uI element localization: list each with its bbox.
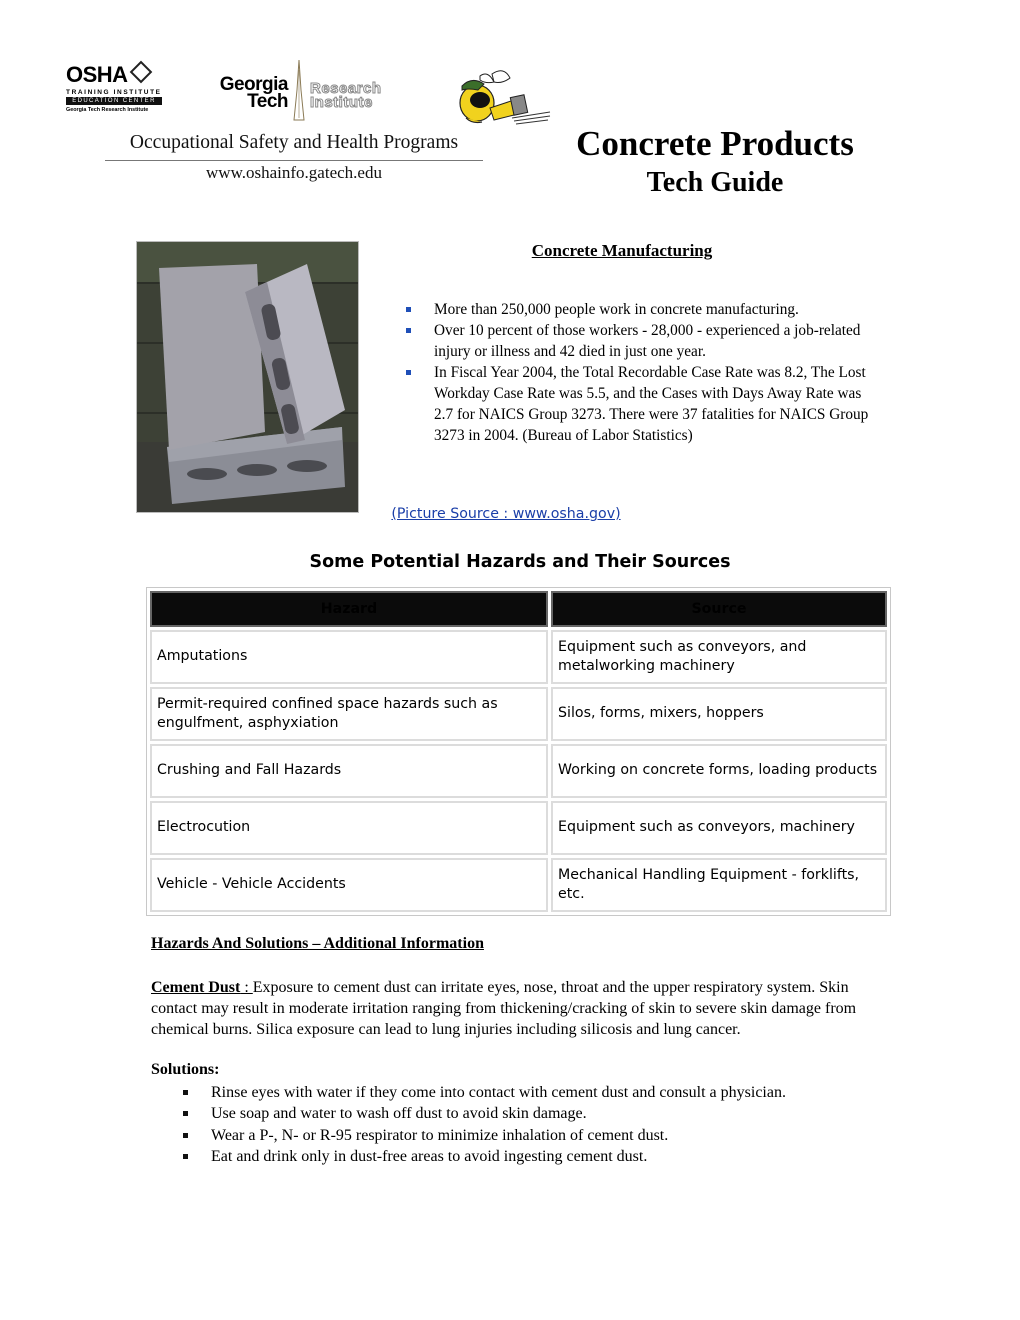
page-subtitle: Tech Guide	[646, 167, 784, 198]
table-row: Permit-required confined space hazards s…	[150, 687, 887, 741]
header-divider	[105, 160, 483, 161]
source-cell: Mechanical Handling Equipment - forklift…	[551, 858, 887, 912]
source-cell: Equipment such as conveyors, and metalwo…	[551, 630, 887, 684]
list-item: Over 10 percent of those workers - 28,00…	[403, 320, 873, 362]
square-bullet-icon	[406, 370, 411, 375]
column-header-hazard: Hazard	[150, 591, 548, 627]
hazard-cell: Crushing and Fall Hazards	[150, 744, 548, 798]
osha-logo-line2: EDUCATION CENTER	[66, 97, 162, 105]
fact-text: Over 10 percent of those workers - 28,00…	[434, 322, 861, 360]
source-cell: Silos, forms, mixers, hoppers	[551, 687, 887, 741]
picture-source-link[interactable]: (Picture Source : www.osha.gov)	[366, 506, 646, 522]
square-bullet-icon	[406, 328, 411, 333]
solution-text: Eat and drink only in dust-free areas to…	[211, 1147, 648, 1165]
square-bullet-icon	[183, 1090, 188, 1095]
manufacturing-facts-list: More than 250,000 people work in concret…	[403, 299, 873, 446]
table-row: Crushing and Fall Hazards Working on con…	[150, 744, 887, 798]
solutions-label: Solutions:	[151, 1061, 220, 1078]
osha-logo-text: OSHA	[66, 62, 128, 87]
osha-logo-line1: TRAINING INSTITUTE	[66, 89, 162, 96]
table-row: Electrocution Equipment such as conveyor…	[150, 801, 887, 855]
cement-dust-text: Exposure to cement dust can irritate eye…	[151, 979, 857, 1038]
cement-dust-label: Cement Dust	[151, 979, 241, 996]
table-row: Amputations Equipment such as conveyors,…	[150, 630, 887, 684]
table-row: Vehicle - Vehicle Accidents Mechanical H…	[150, 858, 887, 912]
solution-text: Wear a P-, N- or R-95 respirator to mini…	[211, 1126, 669, 1144]
osha-diamond-icon	[129, 60, 152, 84]
square-bullet-icon	[183, 1111, 188, 1117]
gtri-logo-text: Research Institute	[310, 81, 382, 111]
hazard-cell: Electrocution	[150, 801, 548, 855]
osha-training-institute-logo: OSHA TRAINING INSTITUTE EDUCATION CENTER…	[66, 60, 162, 122]
concrete-blocks-photo	[136, 241, 359, 513]
source-cell: Working on concrete forms, loading produ…	[551, 744, 887, 798]
website-text: www.oshainfo.gatech.edu	[206, 163, 382, 182]
table-header-row: Hazard Source	[150, 591, 887, 627]
cement-dust-paragraph: Cement Dust : Exposure to cement dust ca…	[151, 977, 891, 1040]
solutions-list: Rinse eyes with water if they come into …	[180, 1082, 900, 1167]
list-item: Use soap and water to wash off dust to a…	[180, 1103, 900, 1124]
yellow-jacket-mascot-icon	[459, 70, 551, 125]
cement-dust-separator: :	[240, 979, 253, 996]
page-title: Concrete Products	[576, 124, 854, 163]
source-cell: Equipment such as conveyors, machinery	[551, 801, 887, 855]
fact-text: More than 250,000 people work in concret…	[434, 301, 799, 318]
hazard-cell: Amputations	[150, 630, 548, 684]
additional-info-heading: Hazards And Solutions – Additional Infor…	[151, 935, 484, 952]
list-item: Eat and drink only in dust-free areas to…	[180, 1146, 900, 1167]
square-bullet-icon	[406, 307, 411, 312]
list-item: More than 250,000 people work in concret…	[403, 299, 873, 320]
manufacturing-heading: Concrete Manufacturing	[531, 241, 713, 260]
solution-text: Use soap and water to wash off dust to a…	[211, 1105, 587, 1123]
list-item: In Fiscal Year 2004, the Total Recordabl…	[403, 362, 873, 446]
column-header-source: Source	[551, 591, 887, 627]
square-bullet-icon	[183, 1153, 188, 1159]
fact-text: In Fiscal Year 2004, the Total Recordabl…	[434, 364, 869, 444]
hazards-table: Hazard Source Amputations Equipment such…	[146, 587, 891, 916]
solution-text: Rinse eyes with water if they come into …	[211, 1084, 786, 1101]
concrete-blocks-image	[137, 242, 358, 512]
list-item: Rinse eyes with water if they come into …	[180, 1082, 900, 1103]
osha-logo-line3: Georgia Tech Research Institute	[66, 107, 149, 113]
hazards-heading: Some Potential Hazards and Their Sources	[309, 552, 731, 572]
gt-spire-icon	[293, 60, 305, 121]
list-item: Wear a P-, N- or R-95 respirator to mini…	[180, 1125, 900, 1146]
hazard-cell: Permit-required confined space hazards s…	[150, 687, 548, 741]
georgia-tech-research-institute-logo: Georgia Tech Research Institute	[180, 60, 425, 122]
gtri-logo-line2: Institute	[310, 94, 373, 111]
gt-logo-wordmark: Georgia Tech	[180, 75, 289, 112]
hazard-cell: Vehicle - Vehicle Accidents	[150, 858, 548, 912]
square-bullet-icon	[183, 1132, 188, 1138]
gt-logo-line2: Tech	[247, 91, 288, 112]
programs-title: Occupational Safety and Health Programs	[129, 132, 459, 153]
